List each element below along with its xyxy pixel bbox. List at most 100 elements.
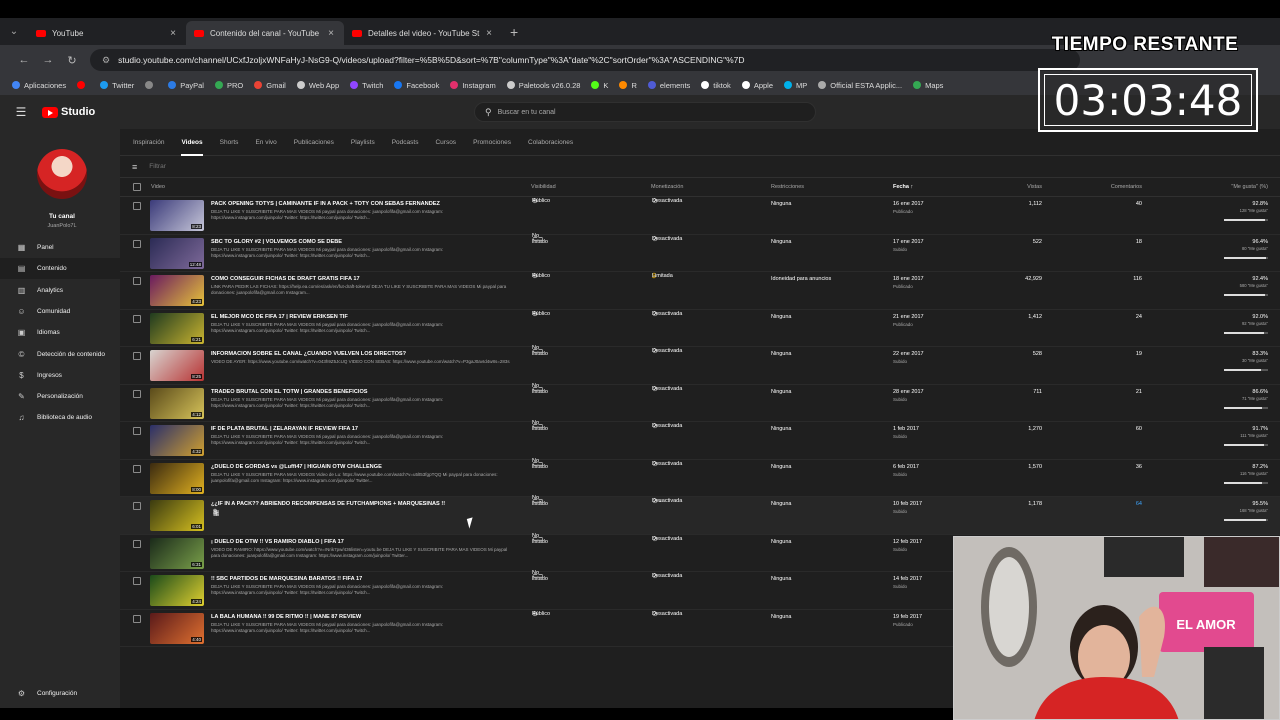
bookmark-item[interactable]: Twitter — [100, 81, 134, 90]
video-title[interactable]: ¿¿IF IN A PACK?? ABRIENDO RECOMPENSAS DE… — [211, 501, 445, 507]
video-thumbnail[interactable]: 4:24 — [150, 575, 204, 606]
browser-tab[interactable]: Contenido del canal - YouTube × — [186, 21, 344, 45]
table-row[interactable]: 8:00 ¿DUELO DE GORDAS vs @Luffi47 | HIGUA… — [120, 458, 1280, 497]
sidebar-item[interactable]: © Detección de contenido — [0, 344, 120, 365]
content-tab[interactable]: Podcasts — [392, 129, 419, 156]
video-thumbnail[interactable]: 8:25 — [150, 350, 204, 381]
sidebar-item[interactable]: ▤ Contenido — [0, 258, 120, 280]
row-checkbox[interactable] — [133, 277, 141, 285]
video-thumbnail[interactable]: 4:32 — [150, 425, 204, 456]
bookmark-item[interactable]: Web App — [296, 81, 339, 90]
url-field[interactable]: ⚙ studio.youtube.com/channel/UCxfJzoljxW… — [90, 49, 1080, 71]
reload-icon[interactable]: ↻ — [60, 54, 84, 67]
sidebar-item[interactable]: ☺ Comunidad — [0, 301, 120, 322]
close-tab-icon[interactable]: × — [484, 28, 494, 39]
table-row[interactable]: 8:23 PACK OPENING TOTYS | CAMINANTE IF IN… — [120, 197, 1280, 235]
site-info-icon[interactable]: ⚙ — [102, 55, 110, 66]
video-thumbnail[interactable]: 6:01 — [150, 500, 204, 531]
sidebar-item[interactable]: ♫ Biblioteca de audio — [0, 407, 120, 428]
bookmark-item[interactable]: PayPal — [168, 81, 204, 90]
content-tab[interactable]: Videos — [181, 129, 203, 156]
video-title[interactable]: ¡ DUELO DE OTW !! VS RAMIRO DIABLO | FIF… — [211, 539, 344, 545]
content-tab[interactable]: Colaboraciones — [528, 129, 573, 156]
row-checkbox[interactable] — [133, 427, 141, 435]
bookmark-item[interactable]: tiktok — [701, 81, 731, 90]
video-thumbnail[interactable]: 4:40 — [150, 612, 204, 644]
studio-logo[interactable]: Studio — [42, 106, 95, 118]
video-thumbnail[interactable]: 8:00 — [150, 462, 204, 494]
content-tab[interactable]: En vivo — [255, 129, 276, 156]
bookmark-item[interactable]: R — [619, 81, 637, 90]
row-checkbox[interactable] — [133, 389, 141, 398]
table-row[interactable]: 12:48 SBC TO GLORY #2 | VOLVEMOS COMO SE … — [120, 233, 1280, 272]
row-checkbox[interactable] — [133, 464, 141, 473]
bookmark-item[interactable] — [77, 81, 89, 89]
video-title[interactable]: !! SBC PARTIDOS DE MARQUESINA BARATOS !!… — [211, 576, 362, 582]
new-tab-button[interactable]: + — [510, 21, 518, 45]
video-title[interactable]: IF DE PLATA BRUTAL | ZELARAYAN IF REVIEW… — [211, 426, 358, 432]
col-restrictions[interactable]: Restricciones — [771, 184, 804, 190]
close-tab-icon[interactable]: × — [326, 28, 336, 39]
close-tab-icon[interactable]: × — [168, 28, 178, 39]
content-tab[interactable]: Cursos — [435, 129, 456, 156]
video-thumbnail[interactable]: 8:23 — [150, 200, 204, 231]
table-row[interactable]: 6:21 EL MEJOR MCO DE FIFA 17 | REVIEW ERI… — [120, 310, 1280, 347]
bookmark-item[interactable]: Facebook — [394, 81, 439, 90]
channel-search[interactable]: ⚲ Buscar en tu canal — [474, 102, 816, 122]
video-title[interactable]: EL MEJOR MCO DE FIFA 17 | REVIEW ERIKSEN… — [211, 314, 348, 320]
col-video[interactable]: Video — [151, 184, 165, 190]
sidebar-item[interactable]: ▥ Analytics — [0, 280, 120, 301]
back-icon[interactable]: ← — [12, 54, 36, 66]
video-thumbnail[interactable]: 6:31 — [150, 537, 204, 569]
comments-cell[interactable]: 64 — [1100, 501, 1142, 507]
bookmark-item[interactable]: Apple — [741, 81, 773, 90]
row-checkbox[interactable] — [133, 239, 141, 248]
video-title[interactable]: ¿DUELO DE GORDAS vs @Luffi47 | HIGUAIN O… — [211, 464, 382, 470]
bookmark-item[interactable]: Instagram — [450, 81, 496, 90]
video-title[interactable]: COMO CONSEGUIR FICHAS DE DRAFT GRATIS FI… — [211, 276, 360, 282]
video-thumbnail[interactable]: 4:23 — [150, 275, 204, 306]
sidebar-bottom-item[interactable]: ⚙ Configuración — [0, 683, 120, 704]
col-comments[interactable]: Comentarios — [1100, 184, 1142, 190]
sidebar-item[interactable]: ▣ Idiomas — [0, 322, 120, 343]
col-views[interactable]: Vistas — [1000, 184, 1042, 190]
video-title[interactable]: PACK OPENING TOTYS | CAMINANTE IF IN A P… — [211, 201, 440, 207]
table-row[interactable]: 8:25 INFORMACION SOBRE EL CANAL ¿CUANDO V… — [120, 345, 1280, 385]
bookmark-item[interactable]: Maps — [913, 81, 943, 90]
browser-tab[interactable]: Detalles del video - YouTube St × — [344, 21, 502, 45]
col-monetization[interactable]: Monetización — [651, 184, 683, 190]
chevron-down-icon[interactable]: ⌄ — [658, 498, 663, 504]
row-checkbox[interactable] — [133, 577, 141, 585]
row-checkbox[interactable] — [133, 502, 141, 510]
filter-bar[interactable]: ≡ Filtrar — [120, 156, 1280, 178]
sidebar-item[interactable]: $ Ingresos — [0, 365, 120, 386]
table-row[interactable]: 4:32 IF DE PLATA BRUTAL | ZELARAYAN IF RE… — [120, 420, 1280, 460]
table-row[interactable]: 6:01 ¿¿IF IN A PACK?? ABRIENDO RECOMPENSA… — [120, 495, 1280, 535]
content-tab[interactable]: Promociones — [473, 129, 511, 156]
forward-icon[interactable]: → — [36, 54, 60, 66]
row-checkbox[interactable] — [133, 314, 141, 323]
content-tab[interactable]: Playlists — [351, 129, 375, 156]
bookmark-item[interactable]: MP — [784, 81, 807, 90]
video-title[interactable]: SBC TO GLORY #2 | VOLVEMOS COMO SE DEBE — [211, 239, 342, 245]
video-thumbnail[interactable]: 4:12 — [150, 387, 204, 419]
row-checkbox[interactable] — [133, 352, 141, 360]
video-thumbnail[interactable]: 12:48 — [150, 237, 204, 269]
bookmark-item[interactable]: elements — [647, 81, 690, 90]
bookmark-item[interactable] — [145, 81, 157, 89]
video-thumbnail[interactable]: 6:21 — [150, 312, 204, 344]
bookmark-item[interactable]: Paletools v26.0.28 — [506, 81, 580, 90]
sidebar-item[interactable]: ▦ Panel — [0, 237, 120, 258]
tab-search-chevron-icon[interactable]: ⌄ — [0, 18, 28, 45]
bookmark-item[interactable]: Official ESTA Applic... — [818, 81, 902, 90]
video-title[interactable]: INFORMACION SOBRE EL CANAL ¿CUANDO VUELV… — [211, 351, 406, 357]
row-checkbox[interactable] — [133, 614, 141, 623]
table-row[interactable]: 4:12 TRADEO BRUTAL CON EL TOTW | GRANDES … — [120, 383, 1280, 422]
video-title[interactable]: TRADEO BRUTAL CON EL TOTW | GRANDES BENE… — [211, 389, 368, 395]
more-options-icon[interactable]: ⋮ — [213, 509, 220, 517]
chevron-down-icon[interactable]: ⌄ — [538, 498, 543, 504]
row-checkbox[interactable] — [133, 539, 141, 548]
bookmark-item[interactable]: K — [591, 81, 608, 90]
bookmark-item[interactable]: PRO — [214, 81, 243, 90]
menu-icon[interactable]: ☰ — [0, 105, 42, 119]
